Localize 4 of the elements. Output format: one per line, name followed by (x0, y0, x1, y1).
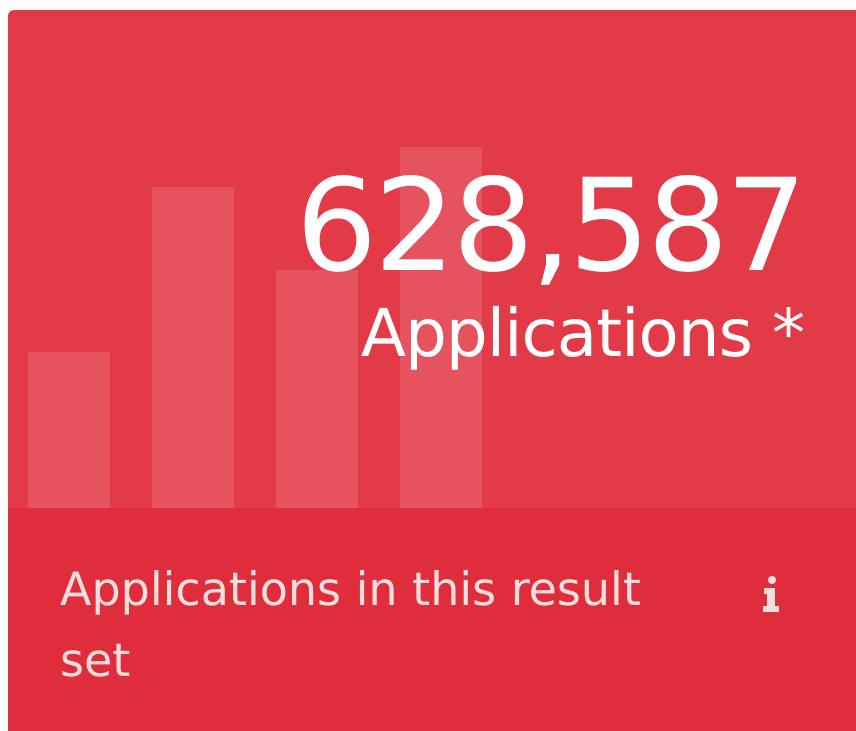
stat-label: Applications * (360, 294, 804, 374)
stat-value: 628,587 (296, 160, 804, 294)
info-icon[interactable] (760, 576, 782, 612)
stat-description: Applications in this result set (60, 561, 642, 690)
